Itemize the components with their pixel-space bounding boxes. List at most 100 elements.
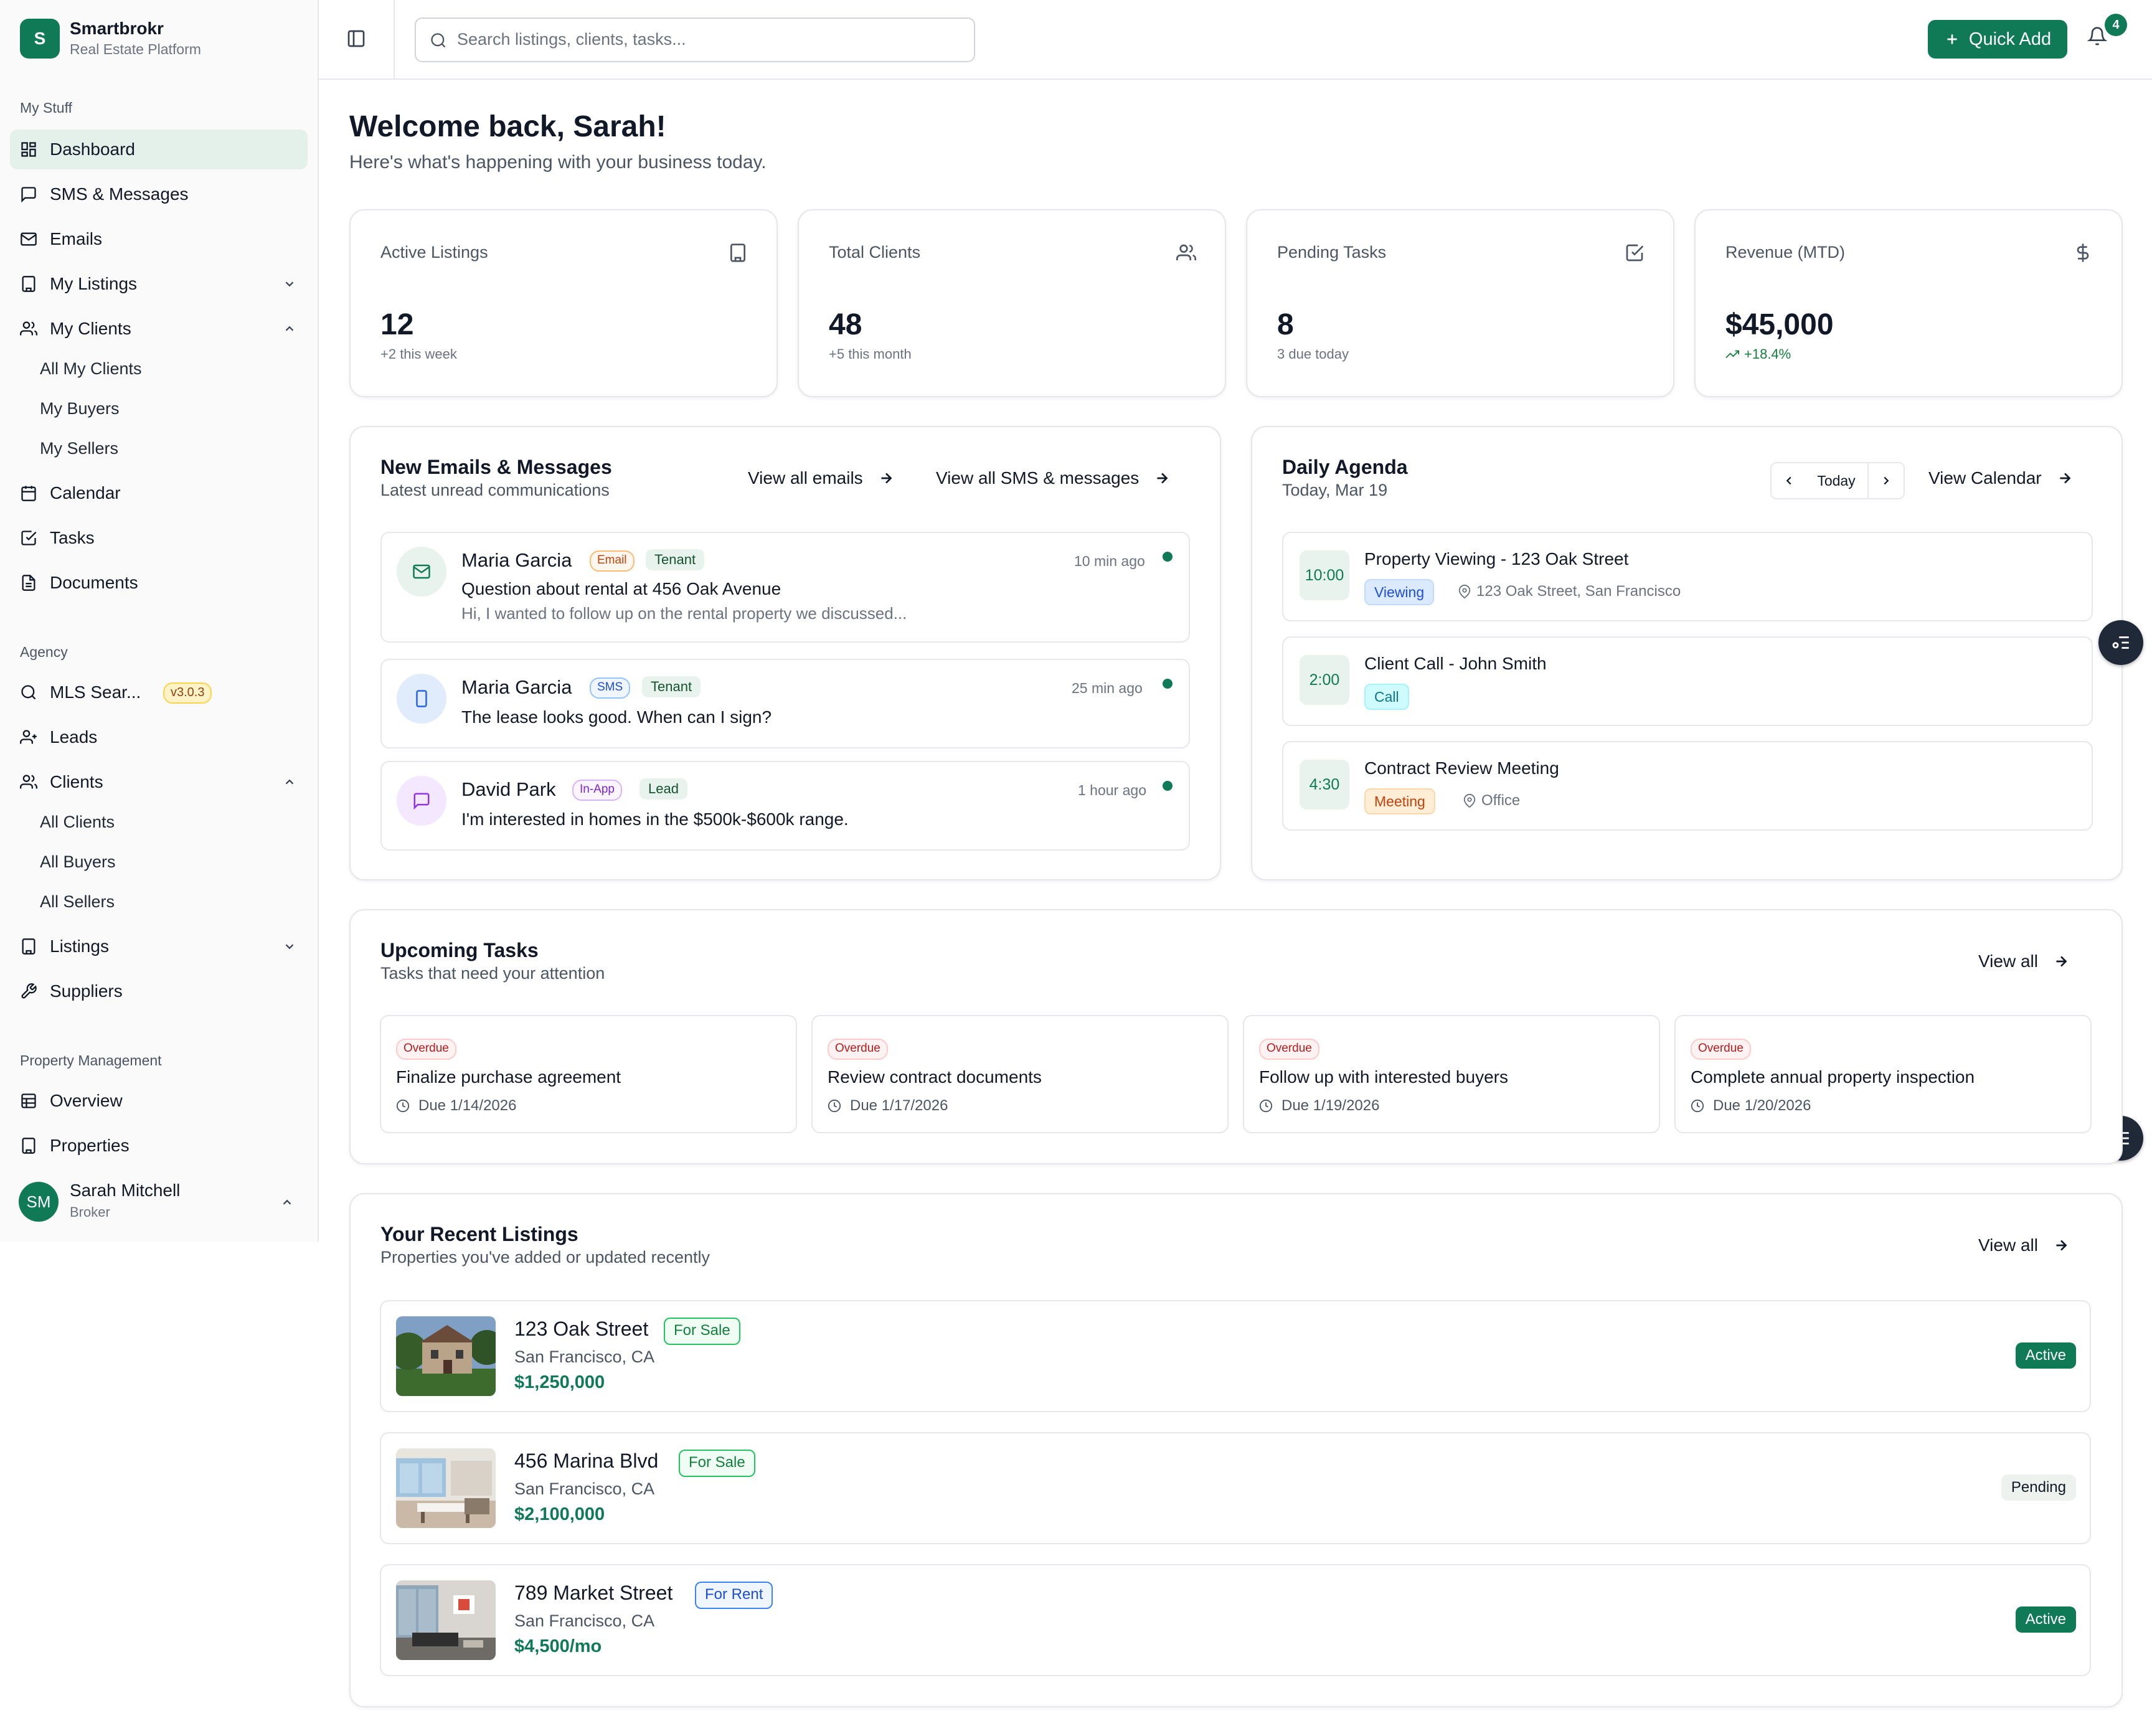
stat-card-revenue[interactable]: Revenue (MTD) $45,000 +18.4%	[1694, 209, 2123, 397]
clock-icon	[828, 1099, 841, 1113]
brand-logo[interactable]: S	[20, 19, 60, 59]
sidebar-item-my-listings[interactable]: My Listings	[10, 264, 308, 304]
sidebar-item-clients[interactable]: Clients	[10, 762, 308, 802]
building-icon	[730, 243, 745, 262]
task-card[interactable]: Overdue Complete annual property inspect…	[1674, 1015, 2092, 1133]
sidebar-toggle-icon[interactable]	[346, 29, 366, 49]
stat-card-active-listings[interactable]: Active Listings 12 +2 this week	[349, 209, 778, 397]
divider	[394, 0, 395, 78]
sidebar-item-suppliers[interactable]: Suppliers	[10, 971, 308, 1011]
chevron-up-icon[interactable]	[280, 1196, 294, 1209]
check-square-icon	[21, 531, 37, 545]
listing-price: $4,500/mo	[514, 1636, 602, 1656]
agenda-type-badge: Meeting	[1364, 788, 1435, 814]
sidebar-item-documents[interactable]: Documents	[10, 563, 308, 603]
listing-address: 789 Market Street	[514, 1582, 673, 1604]
chevron-up-icon[interactable]	[283, 322, 296, 336]
listing-type-badge: For Rent	[695, 1582, 773, 1609]
view-all-listings-link[interactable]: View all	[1978, 1235, 2069, 1255]
stat-sub: +5 this month	[829, 346, 912, 362]
prev-day-button[interactable]	[1770, 462, 1808, 499]
sidebar-item-dashboard[interactable]: Dashboard	[10, 130, 308, 169]
task-card[interactable]: Overdue Finalize purchase agreement Due …	[380, 1015, 797, 1133]
sidebar-item-mls-search[interactable]: MLS Sear... v3.0.3	[10, 672, 308, 712]
message-item[interactable]: Maria Garcia Email Tenant 10 min ago Que…	[380, 532, 1190, 643]
stat-label: Active Listings	[380, 243, 488, 262]
listing-row[interactable]: 789 Market Street For Rent San Francisco…	[380, 1564, 2091, 1676]
stat-card-pending-tasks[interactable]: Pending Tasks 8 3 due today	[1246, 209, 1674, 397]
agenda-item[interactable]: 2:00 Client Call - John Smith Call	[1282, 636, 2093, 726]
sidebar-item-label: Emails	[50, 229, 103, 248]
bell-icon[interactable]	[2087, 26, 2107, 46]
message-item[interactable]: David Park In-App Lead 1 hour ago I'm in…	[380, 761, 1190, 851]
sidebar-item-sms[interactable]: SMS & Messages	[10, 174, 308, 214]
unread-dot	[1163, 781, 1173, 791]
search-input[interactable]: Search listings, clients, tasks...	[415, 17, 975, 62]
sidebar-subitem-all-buyers[interactable]: All Buyers	[40, 844, 116, 879]
sidebar-subitem-my-buyers[interactable]: My Buyers	[40, 391, 120, 426]
sidebar-item-emails[interactable]: Emails	[10, 219, 308, 259]
stat-card-total-clients[interactable]: Total Clients 48 +5 this month	[798, 209, 1226, 397]
task-card[interactable]: Overdue Follow up with interested buyers…	[1243, 1015, 1660, 1133]
view-all-sms-link[interactable]: View all SMS & messages	[936, 468, 1170, 488]
listing-city: San Francisco, CA	[514, 1479, 655, 1498]
agenda-item[interactable]: 10:00 Property Viewing - 123 Oak Street …	[1282, 532, 2093, 621]
message-subject: Question about rental at 456 Oak Avenue	[461, 579, 781, 598]
view-calendar-link[interactable]: View Calendar	[1928, 468, 2073, 488]
today-button[interactable]: Today	[1804, 462, 1869, 499]
listing-city: San Francisco, CA	[514, 1611, 655, 1630]
view-all-emails-link[interactable]: View all emails	[748, 468, 894, 488]
avatar[interactable]: SM	[19, 1182, 59, 1222]
card-subtitle: Today, Mar 19	[1282, 481, 1388, 499]
listing-row[interactable]: 456 Marina Blvd For Sale San Francisco, …	[380, 1432, 2091, 1544]
sidebar-item-properties[interactable]: Properties	[10, 1126, 308, 1166]
top-bar: Search listings, clients, tasks... Quick…	[319, 0, 2152, 80]
sidebar-item-label: Leads	[50, 727, 98, 747]
arrow-right-icon	[2056, 956, 2067, 967]
sidebar-item-my-clients[interactable]: My Clients	[10, 309, 308, 349]
view-all-tasks-link[interactable]: View all	[1978, 951, 2069, 971]
chevron-down-icon[interactable]	[283, 277, 296, 291]
agenda-time: 2:00	[1300, 655, 1349, 705]
sidebar-item-leads[interactable]: Leads	[10, 717, 308, 757]
next-day-button[interactable]	[1867, 462, 1905, 499]
card-title: New Emails & Messages	[380, 456, 612, 478]
floating-action-button[interactable]	[2098, 620, 2143, 665]
message-sender: Maria Garcia	[461, 676, 572, 698]
arrow-right-icon	[1157, 473, 1168, 484]
users-icon	[20, 775, 37, 789]
building-icon	[22, 1138, 35, 1154]
sidebar-item-tasks[interactable]: Tasks	[10, 518, 308, 558]
listing-row[interactable]: 123 Oak Street For Sale San Francisco, C…	[380, 1300, 2091, 1412]
sidebar-item-label: Listings	[50, 936, 109, 956]
listing-price: $2,100,000	[514, 1504, 605, 1524]
sidebar-subitem-all-my-clients[interactable]: All My Clients	[40, 351, 142, 386]
message-subject: I'm interested in homes in the $500k-$60…	[461, 809, 849, 829]
chevron-down-icon[interactable]	[283, 940, 296, 953]
message-sender: David Park	[461, 778, 556, 800]
sidebar-item-listings[interactable]: Listings	[10, 927, 308, 966]
status-badge: Pending	[2001, 1474, 2076, 1501]
quick-add-button[interactable]: Quick Add	[1928, 20, 2067, 59]
task-due-text: Due 1/19/2026	[1281, 1097, 1380, 1114]
stat-value: 48	[829, 308, 862, 341]
notification-count-badge: 4	[2105, 14, 2127, 36]
channel-badge: In-App	[572, 780, 622, 801]
sidebar-subitem-all-clients[interactable]: All Clients	[40, 804, 115, 839]
sidebar-subitem-my-sellers[interactable]: My Sellers	[40, 431, 118, 466]
task-due-text: Due 1/17/2026	[850, 1097, 948, 1114]
unread-dot	[1163, 679, 1173, 689]
sidebar-item-overview[interactable]: Overview	[10, 1081, 308, 1121]
chevron-up-icon[interactable]	[283, 775, 296, 789]
map-pin-icon	[1463, 794, 1476, 808]
sidebar-subitem-all-sellers[interactable]: All Sellers	[40, 884, 115, 919]
mail-icon	[413, 564, 430, 579]
quick-add-label: Quick Add	[1968, 29, 2052, 49]
agenda-type-badge: Viewing	[1364, 579, 1435, 605]
agenda-location-text: Office	[1481, 792, 1521, 809]
user-plus-icon	[20, 730, 37, 744]
task-card[interactable]: Overdue Review contract documents Due 1/…	[811, 1015, 1229, 1133]
sidebar-item-calendar[interactable]: Calendar	[10, 473, 308, 513]
agenda-item[interactable]: 4:30 Contract Review Meeting Meeting Off…	[1282, 741, 2093, 831]
message-item[interactable]: Maria Garcia SMS Tenant 25 min ago The l…	[380, 659, 1190, 748]
